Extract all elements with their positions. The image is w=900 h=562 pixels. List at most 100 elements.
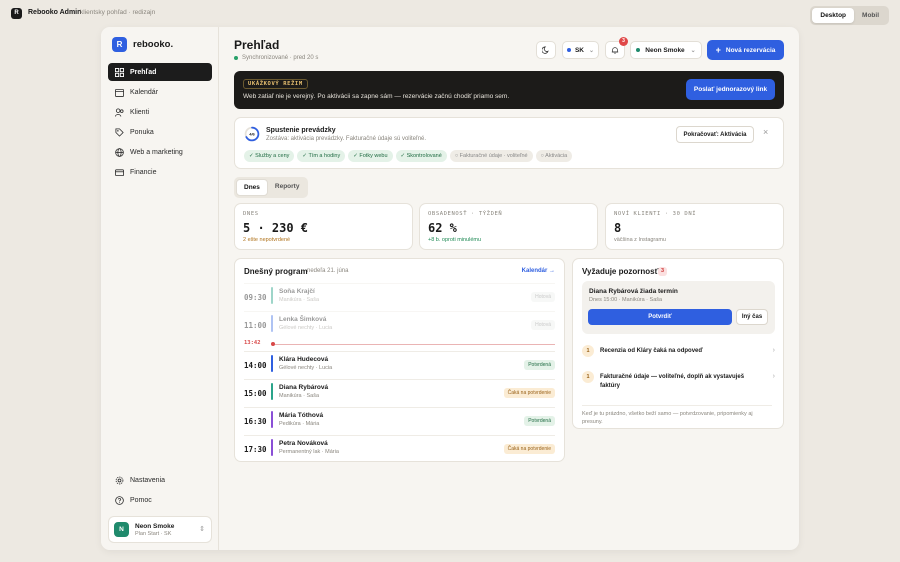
demo-message: Web zatiaľ nie je verejný. Po aktivácii … [243,93,510,100]
appointment-row[interactable]: 11:00 Lenka Šimková Gélové nechty · Luci… [244,311,555,339]
sidebar-item-ponuka[interactable]: Ponuka [108,123,212,141]
appointment-time: 16:30 [244,417,267,426]
view-desktop-button[interactable]: Desktop [812,8,855,23]
account-switcher[interactable]: N Neon Smoke Plan Start · SK ⇕ [108,516,212,543]
appointment-color-bar [271,287,273,304]
attention-title: Vyžaduje pozornosť [582,267,659,276]
launch-title: Spustenie prevádzky [266,127,336,134]
attention-footer: Keď je tu prázdno, všetko beží samo — po… [582,405,772,426]
sidebar-item-label: Web a marketing [130,148,183,156]
brand-mark: R [112,37,127,52]
appointment-client: Mária Tóthová [279,412,324,419]
send-link-button[interactable]: Poslať jednorazový link [686,79,775,100]
booking-request: Diana Rybárová žiada termín Dnes 15:00 ·… [582,281,775,334]
stat-note: +8 b. oproti minulému [428,237,482,243]
language-select[interactable]: SK ⌄ [562,41,599,59]
account-name: Neon Smoke [135,522,175,530]
close-icon[interactable]: × [763,127,768,137]
appointment-service: Manikúra · Saša [279,297,320,303]
calendar-link[interactable]: Kalendár → [522,268,555,274]
appointment-service: Permanentný lak · Mária [279,449,339,455]
stat-label: NOVÍ KLIENTI · 30 DNÍ [614,211,697,217]
request-title: Diana Rybárová žiada termín [589,288,678,295]
appointment-time: 15:00 [244,389,267,398]
users-icon [115,107,124,117]
sidebar-item-label: Klienti [130,108,150,116]
appointment-row[interactable]: 17:30 Petra Nováková Permanentný lak · M… [244,435,555,463]
stat-value: 8 [614,221,622,235]
tag-icon [115,127,124,137]
current-time: 13:42 [244,340,261,346]
step-chip-todo[interactable]: ○ Aktivácia [535,150,573,162]
main-content: Prehľad Synchronizované · pred 20 s SK ⌄… [219,27,799,550]
tab-dnes[interactable]: Dnes [236,179,268,196]
appointment-color-bar [271,439,273,456]
sidebar-item-nastavenia[interactable]: Nastavenia [108,471,212,489]
appointment-client: Soňa Krajčí [279,288,315,295]
attention-count-badge: 3 [658,267,667,276]
step-chip-todo[interactable]: ○ Fakturačné údaje · voliteľné [449,150,533,162]
calendar-icon [115,88,124,97]
page-title: Prehľad [234,38,280,52]
step-chip-done[interactable]: ✓ Fotky webu [348,150,393,162]
sidebar-item-pomoc[interactable]: Pomoc [108,491,212,509]
globe-icon [115,147,124,157]
tab-reporty[interactable]: Reporty [268,179,307,196]
view-switcher: Desktop Mobil [810,6,889,25]
other-time-button[interactable]: Iný čas [736,309,768,325]
notifications-button[interactable]: 3 [605,37,628,59]
sidebar-item-klienti[interactable]: Klienti [108,103,212,121]
stat-card-today: DNES 5 · 230 € 2 ešte nepotvrdené [234,203,413,250]
appointment-row[interactable]: 14:00 Klára Hudecová Gélové nechty · Luc… [244,351,555,379]
stat-note: väčšina z Instagramu [614,237,666,243]
sidebar-item-kalendar[interactable]: Kalendár [108,83,212,101]
appointment-client: Klára Hudecová [279,356,329,363]
new-booking-button[interactable]: + Nová rezervácia [707,40,784,60]
appointment-row[interactable]: 16:30 Mária Tóthová Pedikúra · Mária Pot… [244,407,555,435]
studio-name: Neon Smoke [645,46,685,54]
chevron-right-icon: › [772,373,775,380]
appointment-row[interactable]: 09:30 Soňa Krajčí Manikúra · Saša Hotová [244,283,555,311]
view-mobile-button[interactable]: Mobil [854,8,887,23]
theme-toggle-button[interactable] [536,41,556,59]
sidebar-item-web-marketing[interactable]: Web a marketing [108,143,212,161]
stat-value: 62 % [428,221,457,235]
chevron-updown-icon: ⇕ [199,526,205,533]
account-info: Neon Smoke Plan Start · SK [135,523,174,537]
confirm-button[interactable]: Potvrdiť [588,309,732,325]
appointment-time: 11:00 [244,321,267,330]
help-icon [115,495,124,505]
appointment-service: Gélové nechty · Lucia [279,325,333,331]
app-logo: R [11,8,22,19]
gear-icon [115,476,124,484]
appointment-time: 17:30 [244,445,267,454]
sidebar-bottom-nav: Nastavenia Pomoc [108,471,212,511]
status-badge: Hotová [531,320,555,330]
app-subtitle: klientsky pohľad · redizajn [80,9,156,16]
brand-name: rebooko. [133,39,174,50]
appointment-color-bar [271,315,273,332]
sidebar-item-financie[interactable]: Financie [108,163,212,181]
launch-ring-label: 4/6 [249,132,255,137]
continue-activation-button[interactable]: Pokračovať: Aktivácia [676,126,754,143]
language-dot-icon [566,48,571,52]
appointment-row[interactable]: 15:00 Diana Rybárová Manikúra · Saša Čak… [244,379,555,407]
brand[interactable]: R rebooko. [112,37,173,52]
step-chip-done[interactable]: ✓ Skontrolované [395,150,447,162]
top-bar: R Rebooko Admin klientsky pohľad · rediz… [0,0,900,26]
language-value: SK [574,46,584,54]
status-badge: Potvrdená [524,416,555,426]
grid-icon [115,67,124,77]
appointment-service: Pedikúra · Mária [279,421,320,427]
chevron-down-icon: ⌄ [589,47,595,54]
account-plan: Plan Start · SK [135,530,172,537]
program-title: Dnešný program [244,267,308,276]
sidebar-item-prehlad[interactable]: Prehľad [108,63,212,81]
appointment-service: Manikúra · Saša [279,393,320,399]
step-chip-done[interactable]: ✓ Tím a hodiny [297,150,346,162]
appointment-time: 09:30 [244,293,267,302]
launch-card: 4/6 Spustenie prevádzky Zostáva: aktivác… [234,117,784,169]
chevron-down-icon: ⌄ [690,47,696,54]
step-chip-done[interactable]: ✓ Služby a ceny [244,150,295,162]
studio-select[interactable]: Neon Smoke ⌄ [630,41,702,59]
